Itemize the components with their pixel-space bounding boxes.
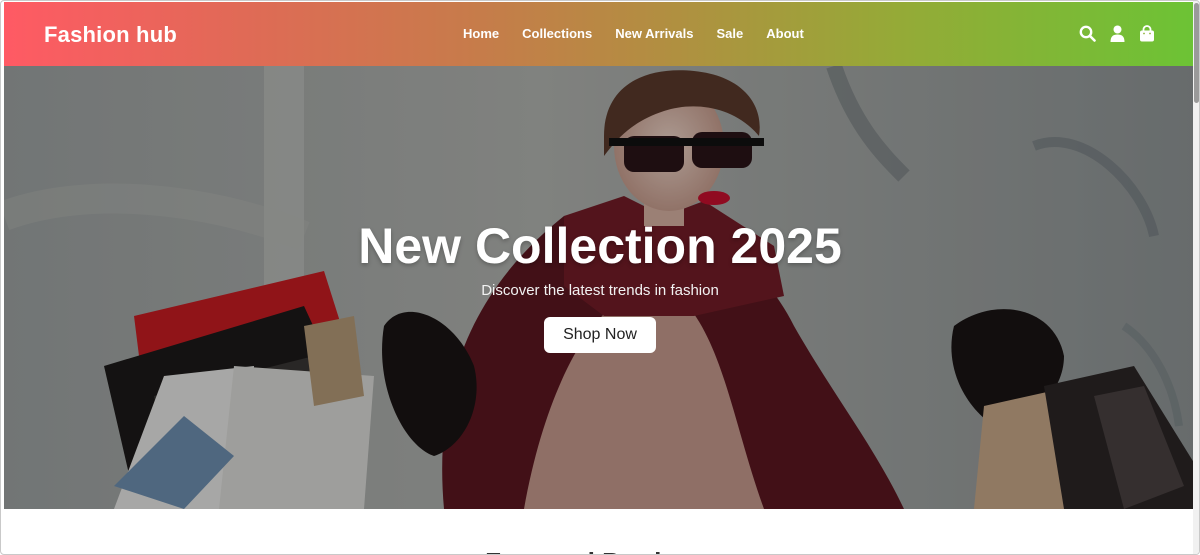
page-scrollbar[interactable] (1193, 1, 1199, 554)
nav-link-sale[interactable]: Sale (716, 26, 743, 41)
nav-link-collections[interactable]: Collections (522, 26, 592, 41)
section-heading: Featured Products (4, 547, 1196, 554)
hero-subtitle: Discover the latest trends in fashion (481, 282, 719, 299)
nav-link-home[interactable]: Home (463, 26, 499, 41)
user-icon[interactable] (1108, 24, 1126, 42)
browser-viewport: Fashion hub Home Collections New Arrival… (0, 0, 1200, 555)
nav-link-new-arrivals[interactable]: New Arrivals (615, 26, 693, 41)
shop-now-button[interactable]: Shop Now (544, 317, 656, 353)
hero-banner: New Collection 2025 Discover the latest … (4, 66, 1196, 509)
shopping-bag-icon[interactable] (1138, 24, 1156, 42)
nav-icons (1078, 24, 1156, 42)
hero-content: New Collection 2025 Discover the latest … (4, 216, 1196, 353)
brand-logo[interactable]: Fashion hub (44, 22, 177, 48)
scrollbar-thumb[interactable] (1194, 3, 1199, 103)
search-icon[interactable] (1078, 24, 1096, 42)
nav-link-about[interactable]: About (766, 26, 804, 41)
hero-title: New Collection 2025 (358, 218, 842, 274)
nav-links: Home Collections New Arrivals Sale About (463, 26, 827, 41)
navbar: Fashion hub Home Collections New Arrival… (4, 2, 1196, 66)
featured-section: Featured Products (4, 509, 1196, 554)
